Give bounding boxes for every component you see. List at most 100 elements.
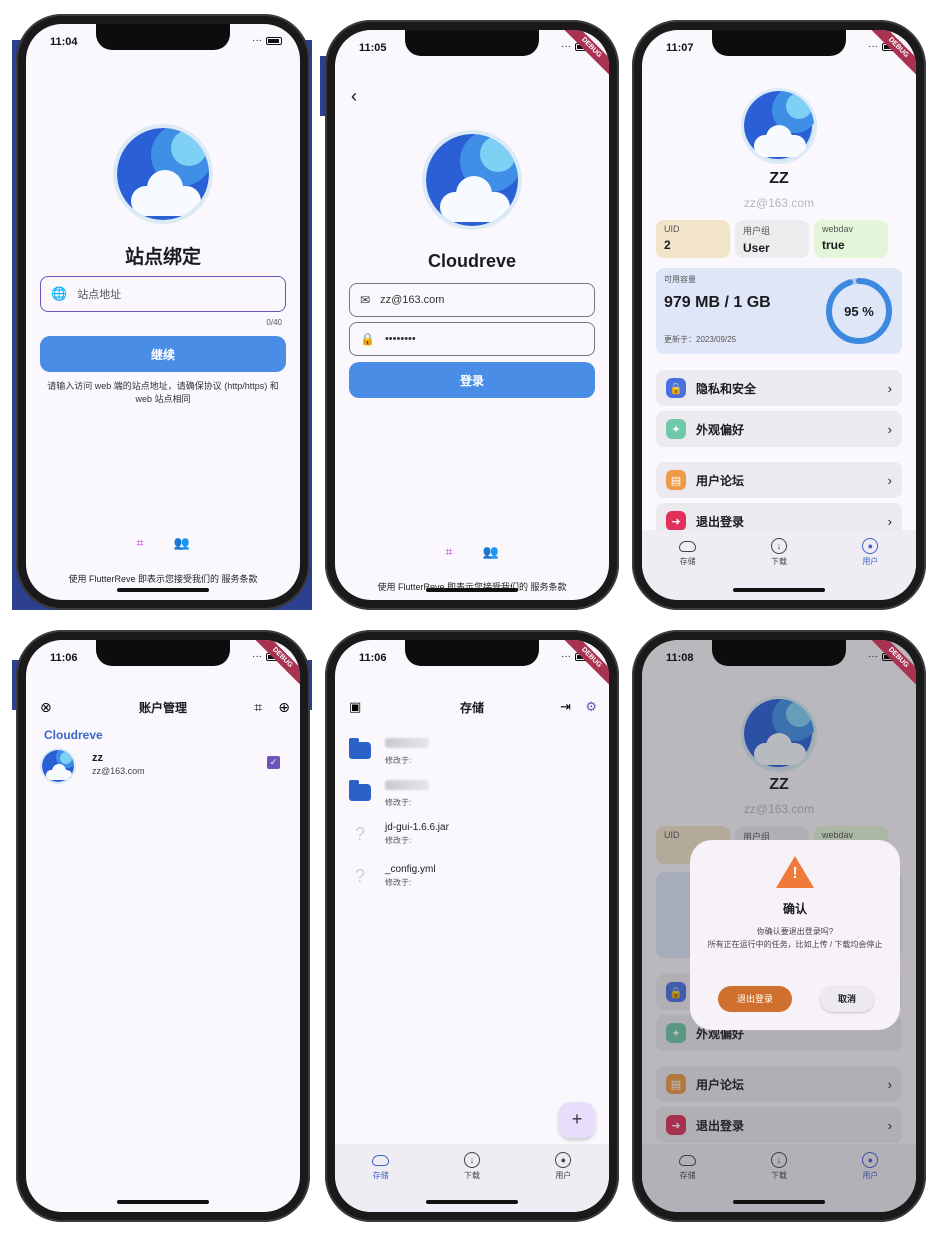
list-item[interactable]: ? _config.yml 修改于: <box>349 856 595 896</box>
account-book-icon[interactable]: ▣ <box>349 699 361 715</box>
nav-user[interactable]: ● 用户 <box>840 538 900 567</box>
status-time: 11:06 <box>50 652 78 664</box>
file-name-redacted <box>385 737 429 748</box>
nav-storage[interactable]: 存储 <box>658 538 718 567</box>
password-field[interactable]: 🔒 •••••••• <box>349 322 595 356</box>
file-name-redacted <box>385 779 429 790</box>
qr-scan-icon[interactable]: ⌗ <box>254 699 262 716</box>
confirm-logout-button[interactable]: 退出登录 <box>718 986 792 1012</box>
nav-label: 下载 <box>770 557 787 566</box>
file-modified: 修改于: <box>385 878 412 887</box>
menu-label: 隐私和安全 <box>696 381 757 396</box>
footer-icons: ⌗ 👥 <box>26 535 300 551</box>
dialog-title: 确认 <box>782 902 807 916</box>
notch <box>712 30 846 56</box>
notch <box>405 30 539 56</box>
menu-label: 用户论坛 <box>696 473 745 488</box>
confirm-dialog: ! 确认 你确认要退出登录吗? 所有正在运行中的任务，比如上传 / 下载均会停止… <box>690 840 900 1030</box>
list-item[interactable]: ? jd-gui-1.6.6.jar 修改于: <box>349 814 595 854</box>
qr-scan-icon[interactable]: ⌗ <box>445 544 452 560</box>
screen-site-binding: 11:04 ··· 站点绑定 🌐 站点地址 0/40 继续 请输入访问 web … <box>26 24 300 600</box>
battery-icon <box>266 36 282 45</box>
wifi-icon: ··· <box>252 651 262 662</box>
home-indicator <box>117 588 209 592</box>
footer-icons: ⌗ 👥 <box>335 544 609 560</box>
nav-storage[interactable]: 存储 <box>351 1152 411 1181</box>
group-value: User <box>743 241 770 255</box>
debug-ribbon: DEBUG <box>558 640 609 691</box>
unknown-file-icon: ? <box>354 865 365 886</box>
cancel-button[interactable]: 取消 <box>820 986 874 1012</box>
wifi-icon: ··· <box>868 651 878 662</box>
accounts-icon[interactable]: 👥 <box>483 544 499 560</box>
avatar <box>40 748 76 784</box>
email-icon: ✉ <box>360 293 371 307</box>
cloud-icon <box>372 1155 390 1166</box>
char-counter: 0/40 <box>266 318 282 327</box>
chevron-right-icon: › <box>887 472 892 488</box>
accessibility-icon: ✦ <box>666 419 686 439</box>
email-field[interactable]: ✉ zz@163.com <box>349 283 595 317</box>
list-item[interactable]: 修改于: <box>349 772 595 812</box>
file-modified: 修改于: <box>385 836 412 845</box>
debug-ribbon: DEBUG <box>558 30 609 81</box>
page-title: 站点绑定 <box>124 247 201 268</box>
file-name: _config.yml <box>385 864 436 875</box>
uid-card: UID 2 <box>656 220 730 258</box>
login-button[interactable]: 登录 <box>349 362 595 398</box>
nav-user[interactable]: ● 用户 <box>533 1152 593 1181</box>
cloud-icon <box>679 541 697 552</box>
close-icon[interactable]: ⊗ <box>40 699 52 716</box>
folder-icon <box>349 779 371 801</box>
forum-icon: ▤ <box>666 470 686 490</box>
file-modified: 修改于: <box>385 797 412 807</box>
site-url-input[interactable]: 🌐 站点地址 <box>40 276 286 312</box>
account-row[interactable]: zz zz@163.com ✓ <box>40 744 286 784</box>
accounts-icon[interactable]: 👥 <box>174 535 190 551</box>
debug-ribbon: DEBUG <box>249 640 300 691</box>
status-time: 11:05 <box>359 42 387 54</box>
continue-button[interactable]: 继续 <box>40 336 286 372</box>
phone-logout-dialog: 11:08 ··· DEBUG ZZ zz@163.com UID 用户组 we… <box>632 630 926 1222</box>
uid-value: 2 <box>664 238 671 252</box>
download-icon: ↓ <box>463 1152 480 1168</box>
menu-item-forum[interactable]: ▤ 用户论坛 › <box>656 462 902 498</box>
add-icon[interactable]: ⊕ <box>278 699 290 716</box>
home-indicator <box>426 588 518 592</box>
screen-storage: 11:06 ··· DEBUG ▣ 存储 ⇥ ⚙ 修改于: 修改于: ? jd-… <box>335 640 609 1212</box>
lock-icon: 🔒 <box>360 332 375 346</box>
list-item[interactable]: 修改于: <box>349 730 595 770</box>
phone-account-management: 11:06 ··· DEBUG ⊗ 账户管理 ⌗ ⊕ Cloudreve zz … <box>16 630 310 1222</box>
home-indicator <box>733 588 825 592</box>
updated-date: 更新于：2023/09/25 <box>664 335 737 344</box>
lock-icon: 🔒 <box>666 378 686 398</box>
nav-download[interactable]: ↓ 下载 <box>442 1152 502 1181</box>
menu-item-privacy[interactable]: 🔒 隐私和安全 › <box>656 370 902 406</box>
app-logo <box>422 130 522 230</box>
menu-item-appearance[interactable]: ✦ 外观偏好 › <box>656 411 902 447</box>
app-bar: ⊗ 账户管理 ⌗ ⊕ <box>26 692 300 722</box>
nav-download[interactable]: ↓ 下载 <box>749 538 809 567</box>
wifi-icon: ··· <box>868 41 878 52</box>
site-url-placeholder: 站点地址 <box>77 289 122 301</box>
status-time: 11:08 <box>666 652 694 664</box>
user-email: zz@163.com <box>743 196 815 210</box>
phone-site-binding: 11:04 ··· 站点绑定 🌐 站点地址 0/40 继续 请输入访问 web … <box>16 14 310 610</box>
account-checkbox[interactable]: ✓ <box>267 756 280 769</box>
screen-logout-dialog: 11:08 ··· DEBUG ZZ zz@163.com UID 用户组 we… <box>642 640 916 1212</box>
account-email: zz@163.com <box>92 766 145 776</box>
settings-icon[interactable]: ⚙ <box>585 699 597 715</box>
logout-icon[interactable]: ⇥ <box>560 699 571 715</box>
status-time: 11:04 <box>50 36 78 48</box>
screen-account-management: 11:06 ··· DEBUG ⊗ 账户管理 ⌗ ⊕ Cloudreve zz … <box>26 640 300 1212</box>
logout-icon: ➜ <box>666 511 686 531</box>
phone-profile: 11:07 ··· DEBUG ZZ zz@163.com UID 2 用户组 … <box>632 20 926 610</box>
dialog-message: 你确认要退出登录吗? <box>756 927 834 936</box>
webdav-value: true <box>822 238 845 252</box>
wifi-icon: ··· <box>561 651 571 662</box>
add-fab[interactable]: + <box>559 1102 595 1138</box>
menu-label: 外观偏好 <box>696 422 745 437</box>
back-arrow-icon[interactable]: ‹ <box>351 86 357 107</box>
home-indicator <box>426 1200 518 1204</box>
qr-scan-icon[interactable]: ⌗ <box>136 535 143 551</box>
